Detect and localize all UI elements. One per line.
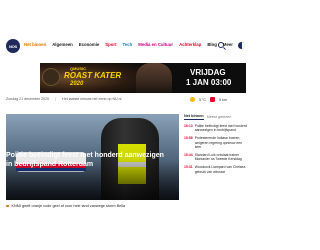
nav-item-algemeen[interactable]: Algemeen <box>52 42 73 47</box>
nav-item-achterklap[interactable]: Achterklap <box>179 42 201 47</box>
dateline-separator: | <box>55 97 57 101</box>
search-icon[interactable] <box>218 42 224 48</box>
nav-item-sport[interactable]: Sport <box>105 42 116 47</box>
item-time: 15:58 <box>184 136 193 141</box>
main-nav: Net binnen Algemeen Economie Sport Tech … <box>24 42 233 47</box>
item-time: 15:31 <box>184 165 193 170</box>
dateline: Zondag 21 december 2020 | Het laatste ni… <box>6 97 121 101</box>
nav-item-blog[interactable]: Blog <box>207 42 217 47</box>
banner-datetime: 1 JAN 03:00 <box>186 78 232 87</box>
item-title: Woodcock Liampard van Chelsea gebruik va… <box>194 165 246 174</box>
list-item[interactable]: 15:44 Standard Luik ontslaat trainer Mon… <box>184 153 248 161</box>
nos-logo[interactable]: NOS <box>6 39 20 53</box>
contrast-toggle-icon[interactable] <box>238 42 245 49</box>
item-title: Protesterende Indiase boeren weigeren re… <box>194 136 243 149</box>
banner-show-title: ROAST KATER <box>64 71 122 80</box>
nav-item-economie[interactable]: Economie <box>79 42 100 47</box>
dateline-promo-link[interactable]: Het laatste nieuws het eerst op NU.nl <box>62 97 121 101</box>
tab-net-binnen[interactable]: Net binnen <box>184 114 204 120</box>
ad-banner[interactable]: QMUSIC ROAST KATER 2020 VRIJDAG 1 JAN 03… <box>40 63 246 93</box>
banner-day: VRIJDAG <box>190 68 226 77</box>
list-item[interactable]: 16:13 Politie beëindigt feest met honder… <box>184 124 248 132</box>
item-title: Politie beëindigt feest met honderd aanw… <box>194 124 247 133</box>
traffic-icon <box>210 97 216 102</box>
sun-icon <box>190 97 195 102</box>
list-item[interactable]: 15:31 Woodcock Liampard van Chelsea gebr… <box>184 165 248 173</box>
tab-meest-gelezen[interactable]: Meest gelezen <box>207 115 232 119</box>
list-item[interactable]: 15:58 Protesterende Indiase boeren weige… <box>184 136 248 149</box>
temperature: 5 °C <box>199 97 207 102</box>
nav-item-meer[interactable]: Meer <box>223 42 233 47</box>
secondary-headline[interactable]: KNMI geeft oranje code geel af voor hele… <box>6 204 125 208</box>
radio-logo-icon <box>42 68 60 86</box>
banner-year: 2020 <box>70 81 84 87</box>
nav-item-tech[interactable]: Tech <box>123 42 133 47</box>
nav-item-media-cultuur[interactable]: Media en Cultuur <box>138 42 173 47</box>
nav-item-net-binnen[interactable]: Net binnen <box>24 42 46 47</box>
hero-headline[interactable]: Politie beëindigt feest met honderd aanw… <box>6 152 171 169</box>
banner-presenter-image <box>136 63 172 93</box>
news-sidebar: Net binnen Meest gelezen 16:13 Politie b… <box>184 114 248 178</box>
current-date: Zondag 21 december 2020 <box>6 97 50 101</box>
secondary-headline-text: KNMI geeft oranje code geel af voor hele… <box>11 204 126 208</box>
bullet-icon <box>6 204 9 208</box>
weather-widget[interactable]: 5 °C 5 km <box>190 97 227 102</box>
item-title: Standard Luik ontslaat trainer Montanier… <box>194 153 242 162</box>
logo-text: NOS <box>8 43 18 49</box>
item-time: 15:44 <box>184 153 193 158</box>
item-time: 16:13 <box>184 124 193 128</box>
sidebar-tabs: Net binnen Meest gelezen <box>184 114 248 120</box>
traffic-length: 5 km <box>219 97 227 102</box>
